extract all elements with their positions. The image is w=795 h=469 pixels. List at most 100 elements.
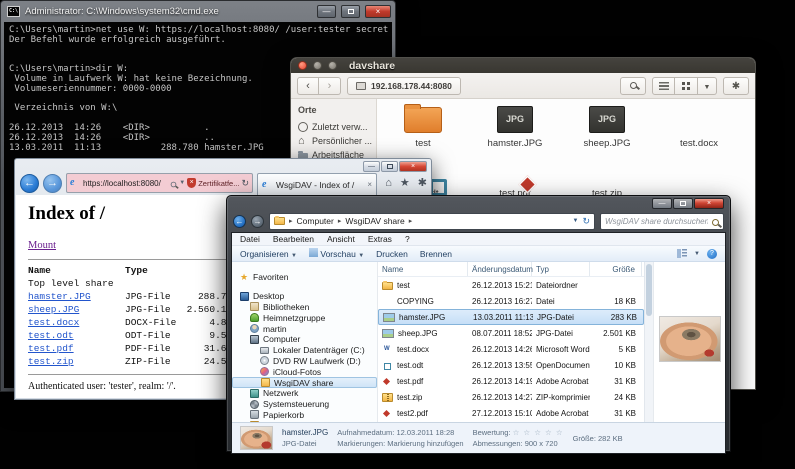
maximize-button[interactable]: [328, 61, 337, 70]
menu-item[interactable]: Ansicht: [327, 234, 355, 244]
column-header-name[interactable]: Name: [378, 262, 468, 276]
tree-item[interactable]: Desktop: [232, 291, 377, 302]
file-link[interactable]: hamster.JPG: [28, 291, 91, 302]
forward-button[interactable]: →: [251, 215, 264, 228]
preview-button[interactable]: Vorschau ▼: [309, 248, 364, 259]
sidebar-place-item[interactable]: Zuletzt verw...: [298, 120, 376, 134]
file-link[interactable]: sheep.JPG: [28, 304, 79, 315]
scrollbar-thumb[interactable]: [646, 264, 652, 316]
home-icon[interactable]: ⌂: [385, 178, 392, 189]
tree-item[interactable]: Bibliotheken: [232, 302, 377, 313]
rating-stars[interactable]: ☆ ☆ ☆ ☆ ☆: [513, 428, 564, 437]
search-icon[interactable]: [171, 182, 177, 188]
tree-item[interactable]: Lokaler Datenträger (C:): [232, 345, 377, 356]
tree-item[interactable]: VPN: [232, 420, 377, 422]
gear-menu-button[interactable]: ✱: [723, 77, 749, 95]
tree-item[interactable]: Systemsteuerung: [232, 399, 377, 410]
forward-button[interactable]: ›: [319, 77, 341, 95]
file-row[interactable]: test.odt 26.12.2013 13:55 OpenDocument T…: [378, 357, 644, 373]
menu-item[interactable]: ?: [405, 234, 410, 244]
menu-item[interactable]: Datei: [240, 234, 260, 244]
minimize-button[interactable]: [313, 61, 322, 70]
sidebar-place-item[interactable]: Persönlicher ...: [298, 134, 376, 148]
refresh-icon[interactable]: ↻: [582, 216, 590, 227]
address-bar[interactable]: e https://localhost:8080/ ▼ × Zertifikat…: [66, 173, 253, 193]
nautilus-titlebar[interactable]: davshare: [291, 58, 755, 73]
breadcrumb-root[interactable]: Computer: [297, 216, 334, 226]
file-row[interactable]: COPYING 26.12.2013 16:27 Datei 18 KB: [378, 293, 644, 309]
view-options-dropdown[interactable]: ▼: [698, 77, 717, 95]
tree-item[interactable]: Papierkorb: [232, 410, 377, 421]
file-row[interactable]: hamster.JPG 13.03.2011 11:13 JPG-Datei 2…: [378, 309, 644, 325]
mount-link[interactable]: Mount: [28, 240, 56, 251]
minimize-button[interactable]: —: [652, 198, 672, 209]
tree-item[interactable]: WsgiDAV share: [232, 377, 377, 388]
tab-close-icon[interactable]: ×: [367, 180, 372, 189]
chevron-down-icon[interactable]: ▼: [694, 251, 700, 257]
column-header-size[interactable]: Größe: [590, 262, 642, 276]
change-view-icon[interactable]: [677, 249, 687, 258]
close-button[interactable]: ×: [399, 161, 427, 172]
certificate-error-icon[interactable]: ×: [187, 178, 196, 188]
search-button[interactable]: [620, 77, 646, 95]
certificate-error-label[interactable]: Zertifikatfe...: [198, 179, 239, 188]
refresh-icon[interactable]: ↻: [241, 178, 249, 189]
file-icon-item[interactable]: hamster.JPG: [469, 101, 561, 151]
burn-button[interactable]: Brennen: [420, 249, 452, 259]
favorites-star-icon[interactable]: ★: [400, 178, 410, 189]
file-row[interactable]: test.pdf 26.12.2013 14:19 Adobe Acrobat …: [378, 373, 644, 389]
maximize-button[interactable]: [381, 161, 398, 172]
grid-view-button[interactable]: [675, 77, 698, 95]
back-button[interactable]: ←: [20, 174, 39, 193]
browser-tab[interactable]: e WsgiDAV - Index of / ×: [257, 173, 377, 195]
file-row[interactable]: sheep.JPG 08.07.2011 18:52 JPG-Datei 2.5…: [378, 325, 644, 341]
tree-item[interactable]: DVD RW Laufwerk (D:): [232, 356, 377, 367]
back-button[interactable]: ←: [233, 215, 246, 228]
close-button[interactable]: [298, 61, 307, 70]
column-header-date[interactable]: Änderungsdatum: [468, 262, 532, 276]
forward-button[interactable]: →: [43, 174, 62, 193]
search-icon[interactable]: [712, 219, 719, 226]
tree-item[interactable]: Heimnetzgruppe: [232, 312, 377, 323]
minimize-button[interactable]: —: [363, 161, 380, 172]
cmd-titlebar[interactable]: C:\ Administrator: C:\Windows\system32\c…: [1, 1, 395, 22]
column-header-type[interactable]: Typ: [532, 262, 590, 276]
file-icon-item[interactable]: test: [377, 101, 469, 151]
chevron-down-icon[interactable]: ▼: [179, 180, 185, 186]
file-link[interactable]: test.pdf: [28, 343, 74, 354]
file-icon-item[interactable]: sheep.JPG: [561, 101, 653, 151]
tags-field[interactable]: Markierungen: Markierung hinzufügen: [337, 439, 463, 448]
file-icon-item[interactable]: test.docx: [653, 101, 745, 151]
file-link[interactable]: test.docx: [28, 317, 79, 328]
maximize-button[interactable]: [673, 198, 693, 209]
tree-item[interactable]: Netzwerk: [232, 388, 377, 399]
settings-gear-icon[interactable]: ✱: [418, 178, 427, 189]
maximize-button[interactable]: [341, 5, 360, 18]
file-icon-item[interactable]: test.pdf: [469, 151, 561, 201]
tree-item[interactable]: Computer: [232, 334, 377, 345]
file-icon-item[interactable]: test.zip: [561, 151, 653, 201]
file-link[interactable]: test.odt: [28, 330, 74, 341]
tree-item[interactable]: martin: [232, 323, 377, 334]
file-row[interactable]: test2.pdf 27.12.2013 15:10 Adobe Acrobat…: [378, 405, 644, 421]
file-row[interactable]: test 26.12.2013 15:21 Dateiordner: [378, 277, 644, 293]
location-button[interactable]: 192.168.178.44:8080: [347, 77, 461, 95]
vertical-scrollbar[interactable]: [644, 262, 653, 422]
file-row[interactable]: test.zip 26.12.2013 14:27 ZIP-komprimier…: [378, 389, 644, 405]
file-row[interactable]: test.docx 26.12.2013 14:26 Microsoft Wor…: [378, 341, 644, 357]
explorer-titlebar[interactable]: — ×: [231, 196, 726, 210]
minimize-button[interactable]: —: [317, 5, 336, 18]
file-link[interactable]: test.zip: [28, 356, 74, 367]
back-button[interactable]: ‹: [297, 77, 319, 95]
print-button[interactable]: Drucken: [376, 249, 408, 259]
organize-button[interactable]: Organisieren ▼: [240, 249, 297, 259]
close-button[interactable]: ×: [365, 5, 391, 18]
breadcrumb-current[interactable]: WsgiDAV share: [345, 216, 404, 226]
menu-item[interactable]: Extras: [368, 234, 392, 244]
breadcrumb[interactable]: ▸ Computer ▸ WsgiDAV share ▸ ▼ ↻: [269, 213, 595, 230]
tree-item[interactable]: Favoriten: [232, 272, 377, 283]
menu-item[interactable]: Bearbeiten: [273, 234, 314, 244]
list-view-button[interactable]: [652, 77, 675, 95]
search-box[interactable]: WsgiDAV share durchsuchen: [600, 213, 724, 230]
tree-item[interactable]: iCloud-Fotos: [232, 366, 377, 377]
